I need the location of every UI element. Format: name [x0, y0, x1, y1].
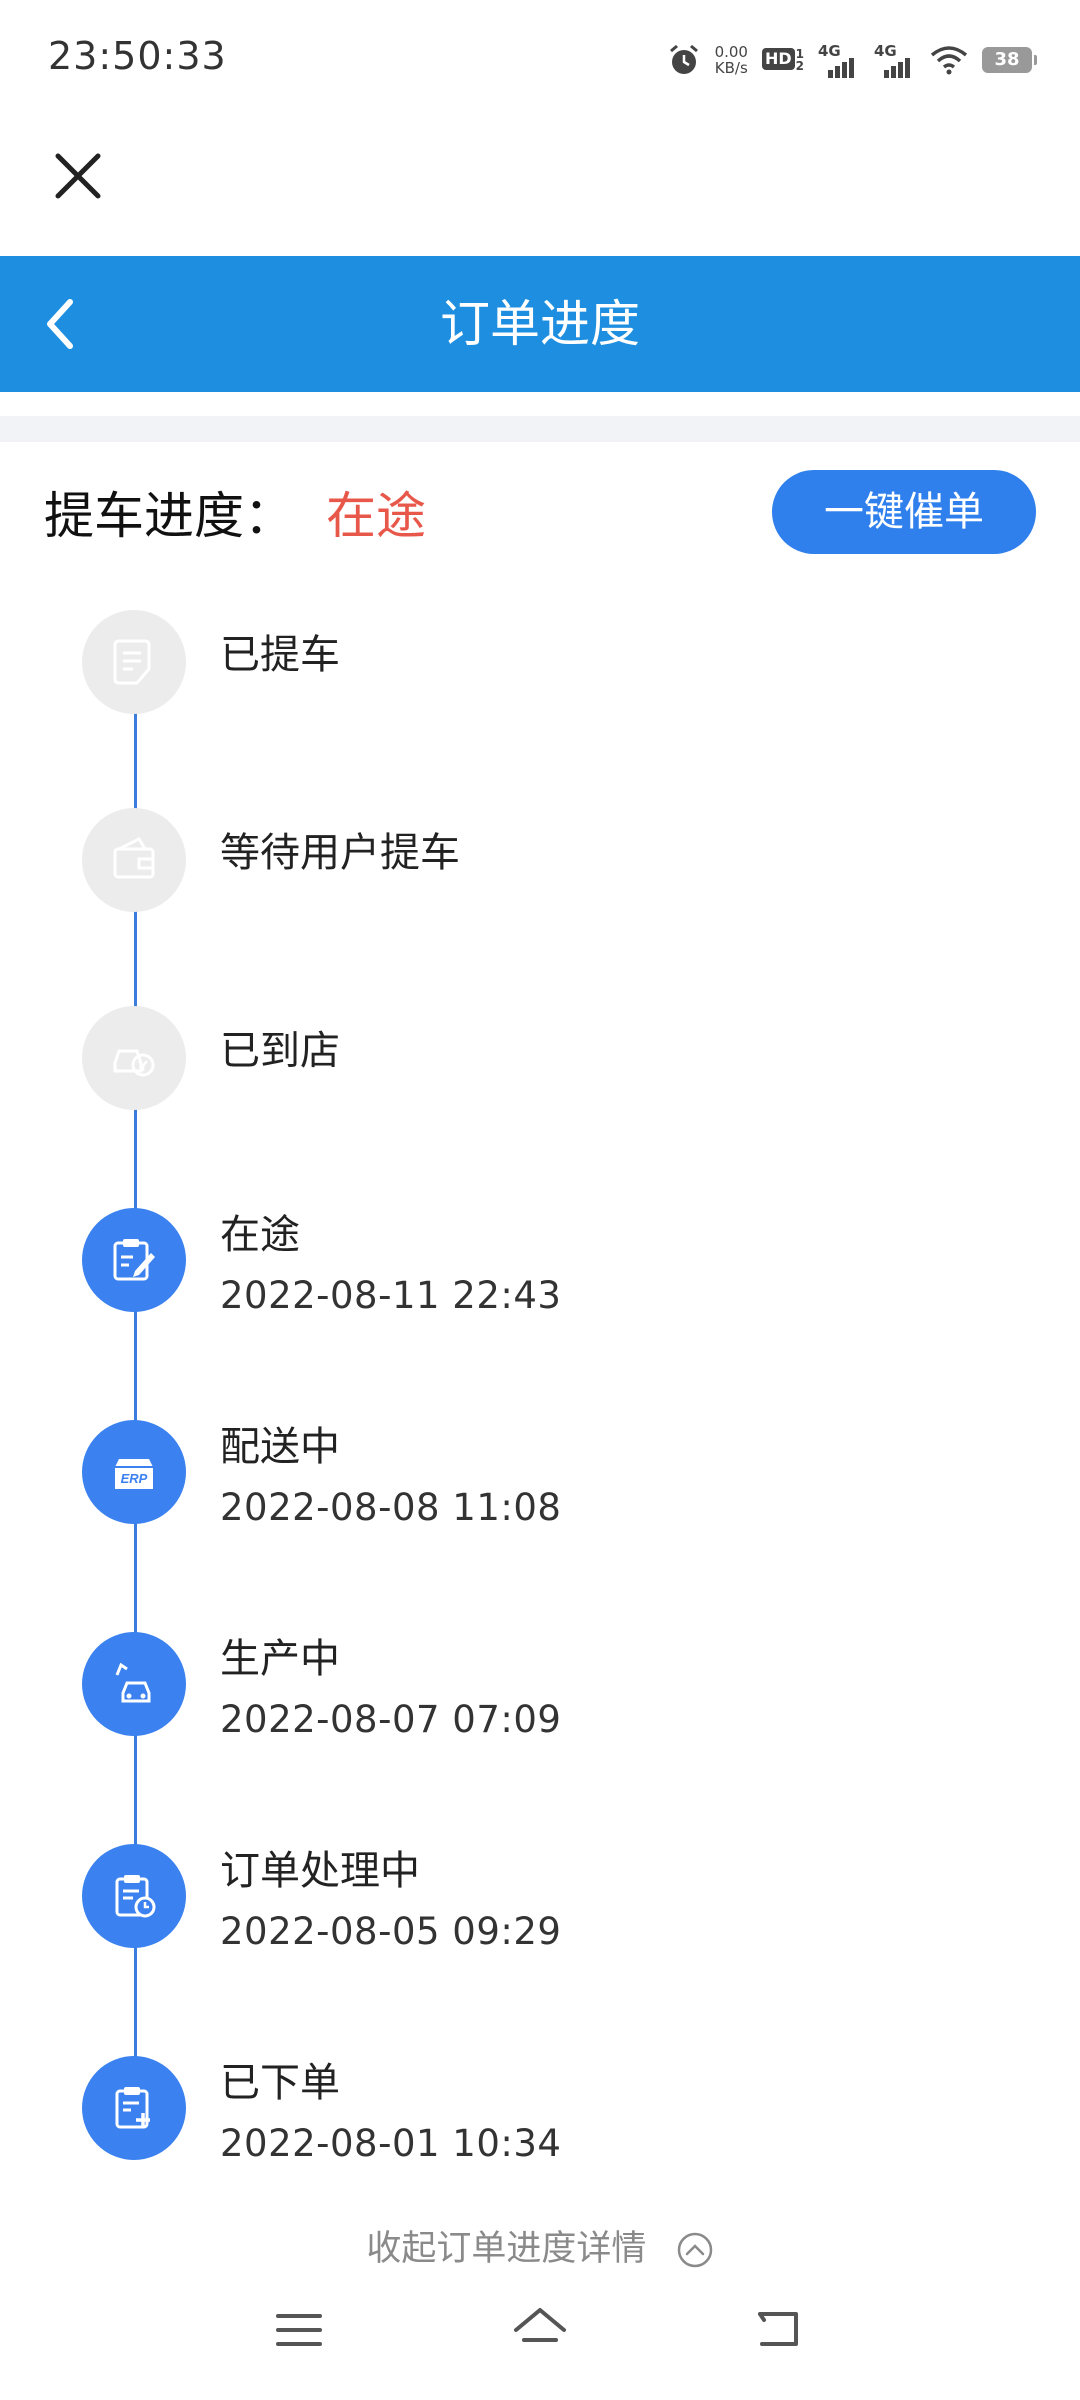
- nav-menu-button[interactable]: [274, 2310, 324, 2350]
- alarm-icon: [669, 44, 698, 74]
- clipboard-clock-icon: [115, 1875, 156, 1918]
- pickup-progress-status: 在途: [326, 487, 426, 545]
- step-node-delivering: ERP: [82, 1420, 186, 1524]
- step-title: 在途: [220, 1212, 300, 1258]
- nav-back-button[interactable]: [754, 2306, 804, 2352]
- step-node-awaiting-pickup: [82, 808, 186, 912]
- wifi-icon: [930, 46, 968, 75]
- net-speed: 0.00 KB/s: [714, 43, 748, 77]
- step-title: 已提车: [220, 632, 340, 678]
- signal-icon: 4G: [818, 42, 860, 78]
- step-title: 已下单: [220, 2060, 340, 2106]
- document-icon: [113, 639, 151, 685]
- nav-home-button[interactable]: [512, 2306, 568, 2356]
- status-icons: 0.00 KB/s HD 1 2 4G 4G 38: [667, 38, 1037, 82]
- car-production-icon: [115, 1662, 151, 1703]
- section-divider: [0, 416, 1080, 442]
- step-title: 配送中: [220, 1424, 340, 1470]
- back-button[interactable]: [36, 292, 92, 356]
- erp-label: ERP: [121, 1471, 148, 1486]
- step-title: 已到店: [220, 1028, 340, 1074]
- car-store-icon: [113, 1049, 155, 1077]
- edit-document-icon: [113, 1239, 155, 1281]
- page-title: 订单进度: [440, 295, 640, 353]
- urge-order-button[interactable]: 一键催单: [772, 470, 1036, 554]
- hd-icon: HD 1 2: [761, 48, 804, 72]
- header-bar: 订单进度: [0, 256, 1080, 392]
- step-node-ordered: [82, 2056, 186, 2160]
- signal-icon: 4G: [874, 42, 916, 78]
- step-time: 2022-08-01 10:34: [220, 2122, 562, 2165]
- step-node-in-transit: [82, 1208, 186, 1312]
- step-time: 2022-08-07 07:09: [220, 1698, 562, 1741]
- step-node-producing: [82, 1632, 186, 1736]
- step-node-picked-up: [82, 610, 186, 714]
- step-time: 2022-08-05 09:29: [220, 1910, 562, 1953]
- step-title: 等待用户提车: [220, 830, 460, 876]
- step-node-processing: [82, 1844, 186, 1948]
- collapse-details-button[interactable]: 收起订单进度详情: [0, 2220, 1080, 2271]
- clipboard-plus-icon: [115, 2087, 150, 2129]
- menu-icon: [276, 2314, 322, 2346]
- home-icon: [514, 2308, 566, 2342]
- pickup-progress-label: 提车进度：: [44, 487, 294, 545]
- chevron-left-icon: [47, 299, 73, 349]
- step-title: 订单处理中: [220, 1848, 420, 1894]
- wallet-icon: [113, 837, 155, 879]
- back-icon: [758, 2312, 798, 2346]
- status-time: 23:50:33: [48, 34, 227, 78]
- battery-icon: 38: [982, 47, 1037, 73]
- step-time: 2022-08-11 22:43: [220, 1274, 562, 1317]
- close-icon: [55, 153, 101, 199]
- close-button[interactable]: [50, 148, 106, 204]
- chevron-up-icon: [676, 2231, 714, 2269]
- step-time: 2022-08-08 11:08: [220, 1486, 562, 1529]
- step-title: 生产中: [220, 1636, 340, 1682]
- collapse-label: 收起订单进度详情: [366, 2229, 647, 2269]
- step-node-arrived-store: [82, 1006, 186, 1110]
- erp-box-icon: ERP: [115, 1459, 153, 1489]
